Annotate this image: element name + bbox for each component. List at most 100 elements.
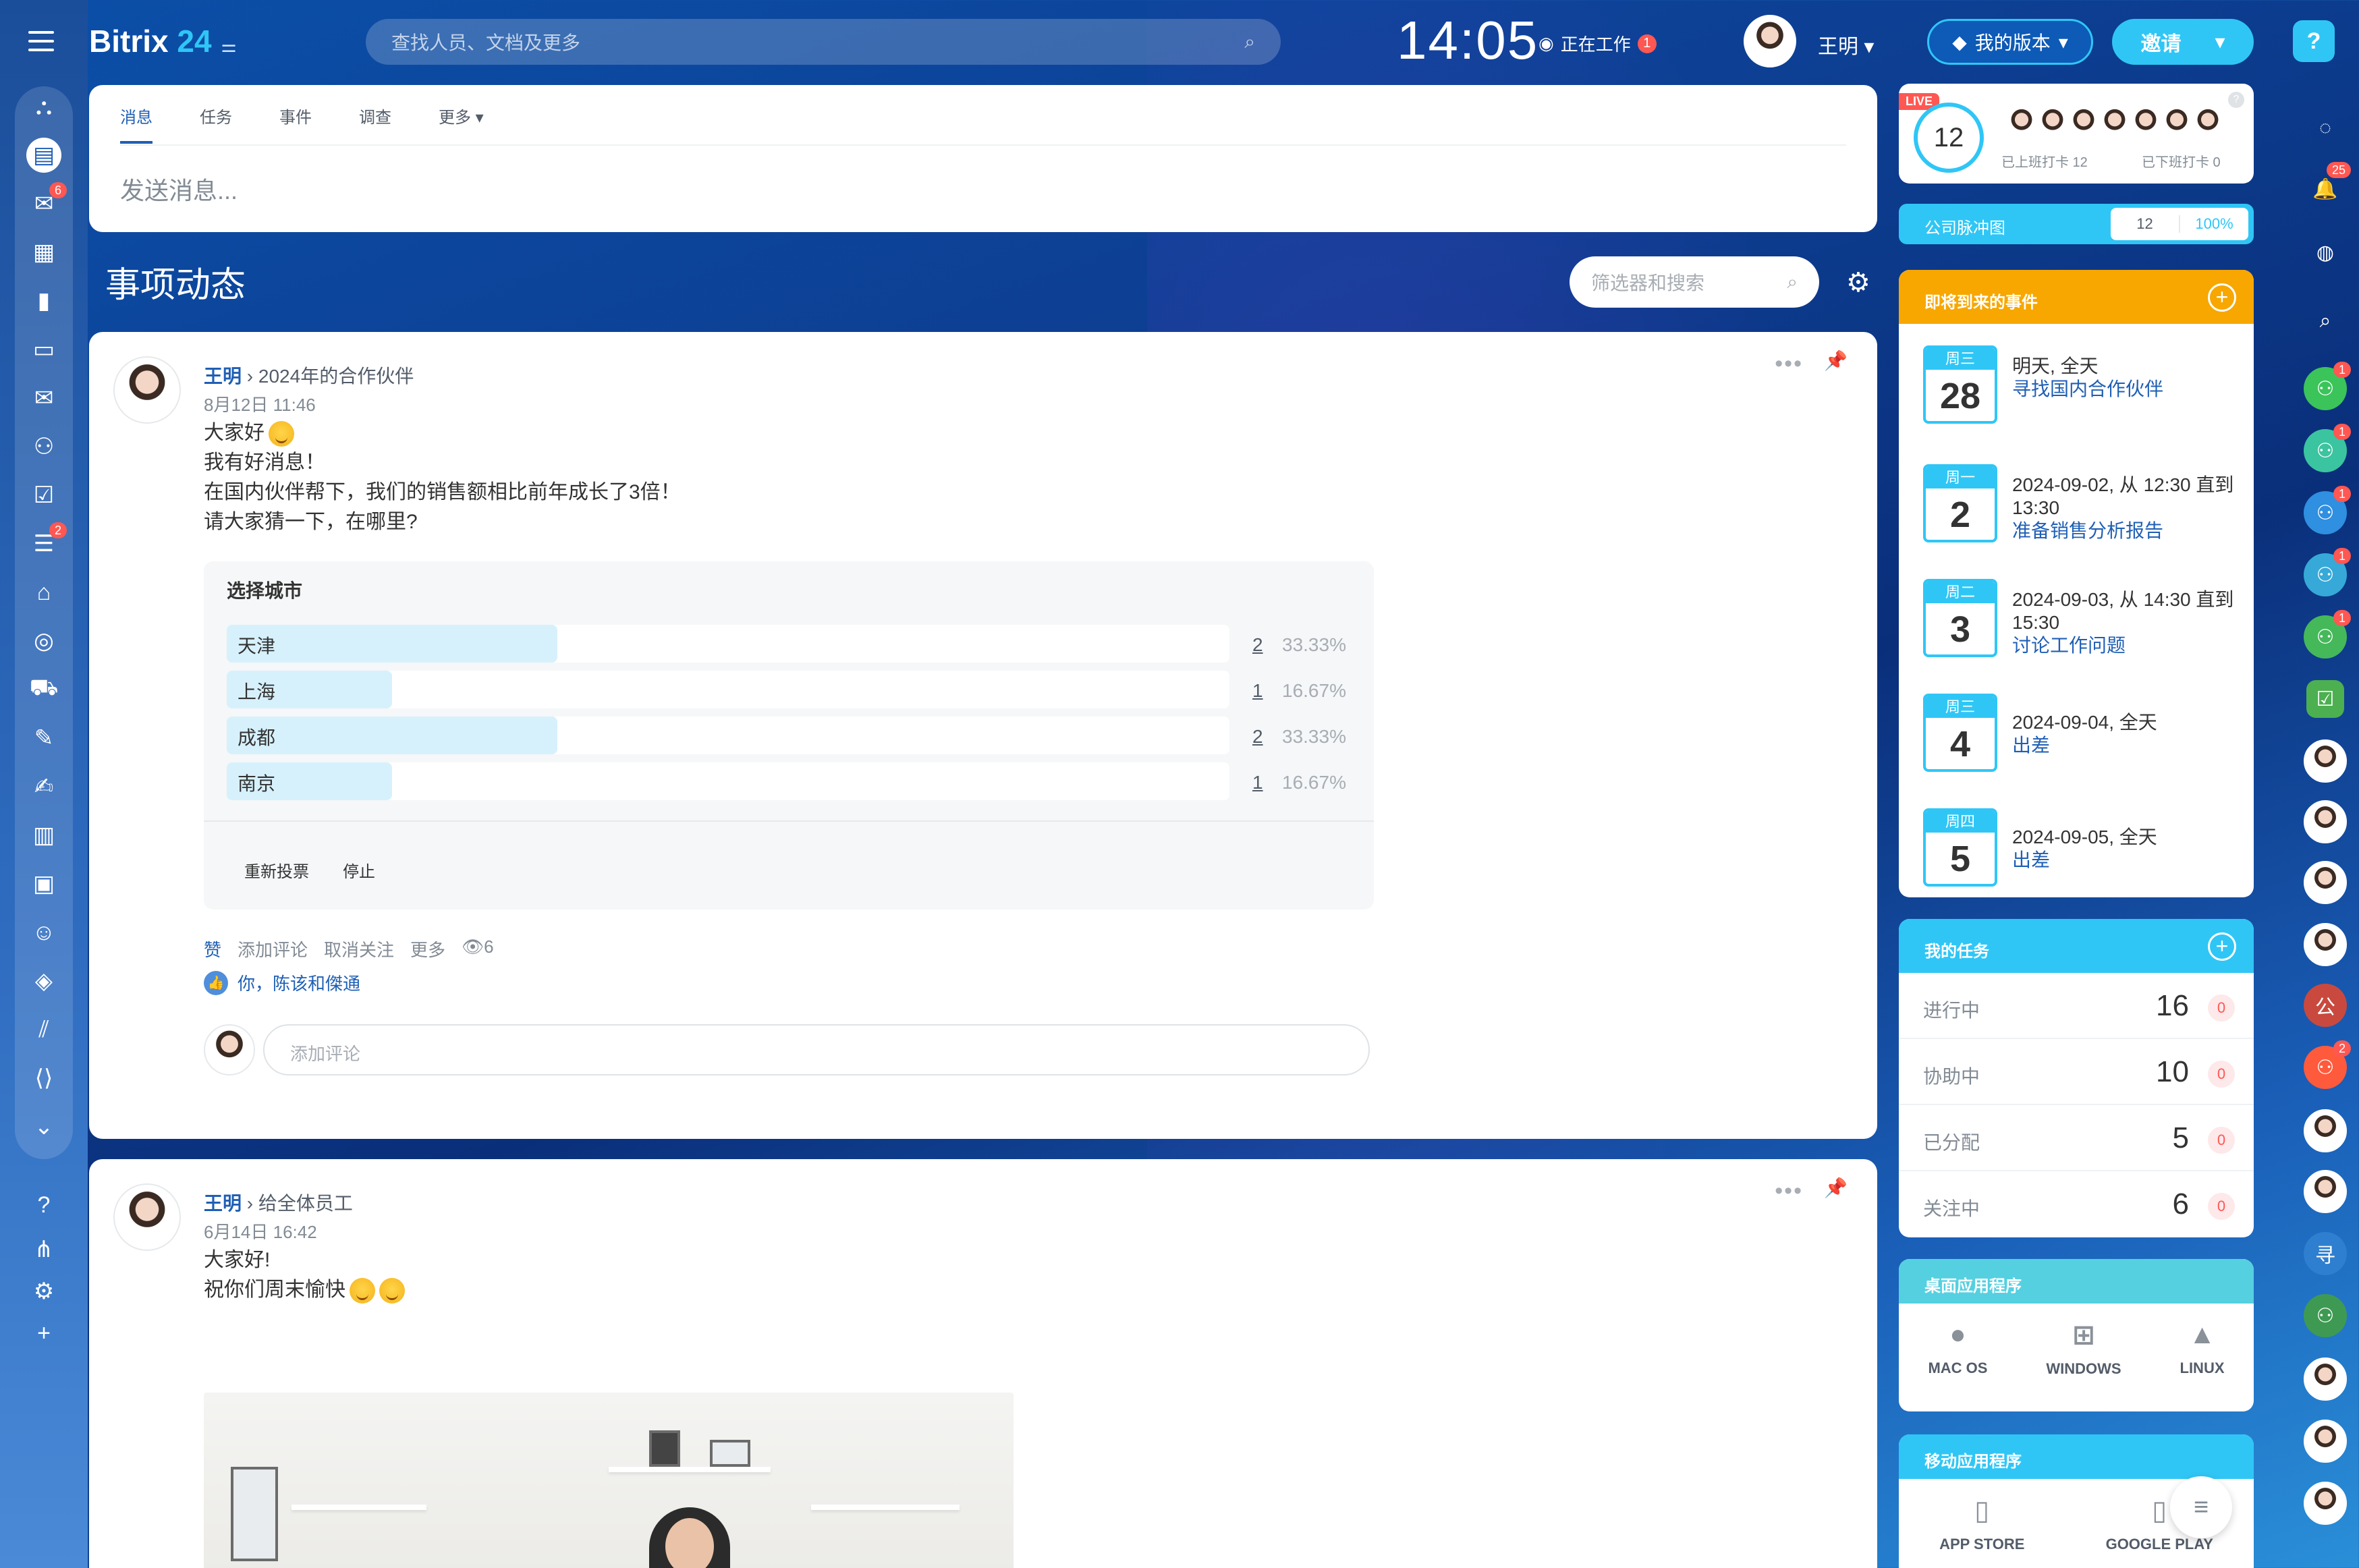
search-icon[interactable]: ⌕ bbox=[2304, 300, 2347, 343]
pin-icon[interactable]: 📌 bbox=[1824, 1177, 1848, 1199]
search-icon[interactable]: ⌕ bbox=[1244, 31, 1255, 53]
contacts-icon[interactable]: ▣ bbox=[26, 866, 61, 901]
revote-button[interactable]: 重新投票 bbox=[244, 858, 309, 882]
task-row[interactable]: 进行中 16 0 bbox=[1899, 973, 2254, 1039]
event-item[interactable]: 周三 4 2024-09-04, 全天 出差 bbox=[1923, 694, 2233, 775]
bell-icon[interactable]: 🔔 25 bbox=[2304, 162, 2351, 211]
tab-task[interactable]: 任务 bbox=[200, 104, 232, 144]
windows-app-link[interactable]: ⊞ WINDOWS bbox=[2046, 1320, 2121, 1378]
poll-count[interactable]: 1 bbox=[1252, 680, 1263, 702]
user-menu[interactable]: 王明 ▾ bbox=[1818, 30, 1874, 59]
automation-icon[interactable]: ⫽ bbox=[26, 1012, 61, 1047]
developer-icon[interactable]: ⟨⟩ bbox=[26, 1061, 61, 1096]
group-chat-icon[interactable]: ⚇ 1 bbox=[2304, 548, 2351, 596]
tab-event[interactable]: 事件 bbox=[279, 104, 312, 144]
tab-poll[interactable]: 调查 bbox=[359, 104, 391, 144]
bot-icon[interactable]: ☺ bbox=[26, 915, 61, 950]
cube-icon[interactable]: ◈ bbox=[26, 963, 61, 999]
post-target[interactable]: 2024年的合作伙伴 bbox=[258, 366, 414, 387]
clock[interactable]: 14:05 bbox=[1397, 9, 1538, 72]
event-title[interactable]: 寻找国内合作伙伴 bbox=[2012, 378, 2235, 401]
event-item[interactable]: 周三 28 明天, 全天 寻找国内合作伙伴 bbox=[1923, 345, 2233, 426]
document-icon[interactable]: ▮ bbox=[26, 283, 61, 318]
likers-list[interactable]: 你，陈该和傑通 bbox=[238, 970, 360, 995]
group-chat-icon[interactable]: ⚇ 1 bbox=[2304, 486, 2351, 534]
group-chat-icon[interactable]: ⚇ 2 bbox=[2304, 1040, 2351, 1089]
avatar[interactable] bbox=[2304, 923, 2347, 966]
like-button[interactable]: 赞 bbox=[204, 936, 221, 961]
add-event-button[interactable]: + bbox=[2208, 283, 2236, 312]
group-chat-icon[interactable]: ⚇ 1 bbox=[2304, 424, 2351, 472]
timeman-widget[interactable]: LIVE 12 已上班打卡 12 已下班打卡 0 ? bbox=[1899, 84, 2254, 184]
copilot-icon[interactable]: ◌ bbox=[2304, 107, 2347, 150]
crm-filter-icon[interactable]: ☰ 2 bbox=[26, 522, 67, 561]
app-store-link[interactable]: ▯ APP STORE bbox=[1939, 1495, 2024, 1553]
search-input[interactable]: 查找人员、文档及更多 ⌕ bbox=[366, 19, 1281, 65]
chat-avatar[interactable]: 寻 bbox=[2304, 1232, 2347, 1275]
avatar[interactable] bbox=[113, 1183, 181, 1251]
avatar[interactable] bbox=[2188, 104, 2228, 144]
avatar[interactable] bbox=[113, 356, 181, 424]
add-task-button[interactable]: + bbox=[2208, 932, 2236, 961]
event-title[interactable]: 出差 bbox=[2012, 734, 2235, 757]
messages-icon[interactable]: ◍ bbox=[2304, 231, 2347, 274]
add-icon[interactable]: + bbox=[26, 1316, 61, 1351]
event-item[interactable]: 周四 5 2024-09-05, 全天 出差 bbox=[1923, 808, 2233, 889]
help-icon[interactable]: ? bbox=[2228, 92, 2244, 108]
task-chat-icon[interactable]: ☑ bbox=[2306, 680, 2344, 718]
structure-icon[interactable]: ⋔ bbox=[26, 1232, 61, 1267]
search-icon[interactable]: ⌕ bbox=[1787, 271, 1798, 293]
sign-icon[interactable]: ✍ bbox=[26, 769, 61, 804]
avatar[interactable] bbox=[2304, 1420, 2347, 1463]
unfollow-button[interactable]: 取消关注 bbox=[324, 936, 394, 961]
avatar[interactable] bbox=[2304, 1170, 2347, 1213]
gear-icon[interactable]: ⚙ bbox=[1846, 267, 1870, 298]
tab-message[interactable]: 消息 bbox=[120, 104, 152, 144]
message-input[interactable]: 发送消息... bbox=[120, 171, 238, 206]
task-row[interactable]: 协助中 10 0 bbox=[1899, 1039, 2254, 1105]
events-title[interactable]: 即将到来的事件 bbox=[1924, 293, 2038, 312]
menu-icon[interactable] bbox=[28, 31, 54, 54]
chevron-down-icon[interactable]: ▾ bbox=[2215, 30, 2225, 54]
poll-option[interactable]: 上海 1 16.67% bbox=[227, 671, 1374, 708]
app-logo[interactable]: Bitrix 24 ⚌ bbox=[89, 23, 237, 59]
more-button[interactable]: 更多 bbox=[410, 936, 445, 961]
more-icon[interactable]: ••• bbox=[1775, 351, 1803, 377]
more-icon[interactable]: ••• bbox=[1775, 1178, 1803, 1204]
poll-option[interactable]: 南京 1 16.67% bbox=[227, 762, 1374, 800]
analytics-icon[interactable]: ▥ bbox=[26, 818, 61, 853]
avatar[interactable] bbox=[1744, 15, 1796, 67]
poll-count[interactable]: 2 bbox=[1252, 726, 1263, 748]
feed-icon[interactable]: ▤ bbox=[26, 138, 61, 173]
filter-search-input[interactable]: 筛选器和搜索 ⌕ bbox=[1570, 256, 1819, 308]
event-title[interactable]: 准备销售分析报告 bbox=[2012, 520, 2235, 542]
mail-icon[interactable]: ✉ bbox=[26, 381, 61, 416]
post-target[interactable]: 给全体员工 bbox=[258, 1193, 353, 1214]
tasks-icon[interactable]: ☑ bbox=[26, 478, 61, 513]
poll-option[interactable]: 天津 2 33.33% bbox=[227, 625, 1374, 663]
tab-more[interactable]: 更多 ▾ bbox=[439, 104, 484, 144]
my-version-button[interactable]: ◆ 我的版本 ▾ bbox=[1927, 19, 2093, 65]
poll-option[interactable]: 成都 2 33.33% bbox=[227, 717, 1374, 754]
event-title[interactable]: 出差 bbox=[2012, 849, 2235, 872]
add-comment-button[interactable]: 添加评论 bbox=[238, 936, 308, 961]
group-chat-icon[interactable]: ⚇ 1 bbox=[2304, 362, 2351, 410]
help-icon[interactable]: ? bbox=[26, 1187, 61, 1223]
collab-icon[interactable]: ⛬ bbox=[26, 89, 61, 124]
poll-count[interactable]: 2 bbox=[1252, 634, 1263, 656]
target-icon[interactable]: ◎ bbox=[26, 623, 61, 659]
event-title[interactable]: 讨论工作问题 bbox=[2012, 634, 2235, 657]
event-item[interactable]: 周二 3 2024-09-03, 从 14:30 直到 15:30 讨论工作问题 bbox=[1923, 579, 2233, 660]
stop-poll-button[interactable]: 停止 bbox=[343, 858, 375, 882]
store-icon[interactable]: ⌂ bbox=[26, 575, 61, 610]
chat-icon[interactable]: ✉ 6 bbox=[26, 182, 67, 221]
post-image[interactable] bbox=[204, 1393, 1014, 1568]
group-chat-icon[interactable]: ⚇ bbox=[2304, 1294, 2347, 1337]
author-link[interactable]: 王明 bbox=[204, 366, 242, 387]
avatar[interactable] bbox=[2304, 1357, 2347, 1401]
pin-icon[interactable]: 📌 bbox=[1824, 349, 1848, 372]
pulse-widget[interactable]: 公司脉冲图 12 100% bbox=[1899, 204, 2254, 244]
avatar[interactable] bbox=[2304, 800, 2347, 843]
avatar[interactable] bbox=[2304, 1482, 2347, 1525]
avatar[interactable] bbox=[2304, 861, 2347, 904]
